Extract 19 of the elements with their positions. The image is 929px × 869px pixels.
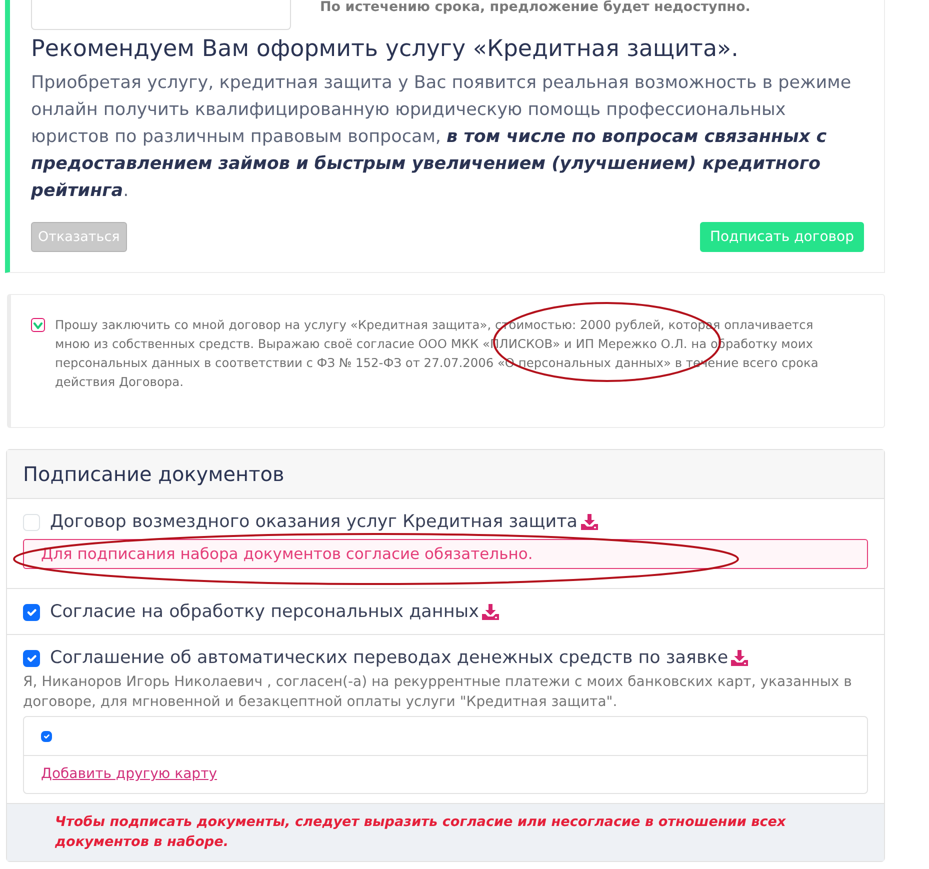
document-label: Договор возмездного оказания услуг Кредитная защита: [50, 511, 578, 533]
expiry-note: По истечению срока, предложение будет недоступно.: [320, 0, 750, 16]
consent-checkbox[interactable]: [31, 318, 45, 332]
section-title: Подписание документов: [23, 461, 284, 488]
download-icon: [580, 514, 598, 530]
sign-contract-button[interactable]: Подписать договор: [700, 222, 864, 252]
document-checkbox[interactable]: [23, 650, 40, 666]
card-checkbox[interactable]: [41, 730, 52, 742]
check-icon: [33, 320, 43, 330]
warning-note: Чтобы подписать документы, следует выразить согласие или несогласие в отношении всех документов в наборе.: [55, 813, 787, 852]
offer-description: Приобретая услугу, кредитная защита у Вас появится реальная возможность в режиме онлайн получить квалифицированную юридическую помощь профессиональных юристов по различным правовым вопросам, в том числе по вопросам связанных с предоставлением займов и быстрым увеличением (улучшением) кредитного рейтинга.: [31, 72, 852, 203]
add-card-link[interactable]: Добавить другую карту: [41, 764, 218, 785]
document-description: Я, Никаноров Игорь Николаевич , согласен(-а) на рекуррентные платежи с моих банковских карт, указанных в договоре, для мгновенной и безакцептной оплаты услуги "Кредитная защита".: [23, 673, 853, 712]
download-icon: [731, 650, 748, 666]
download-icon: [482, 604, 499, 620]
offer-title: Рекомендуем Вам оформить услугу «Кредитная защита».: [31, 35, 740, 64]
document-checkbox[interactable]: [23, 604, 40, 620]
document-label: Согласие на обработку персональных данных: [50, 601, 479, 623]
document-label: Соглашение об автоматических переводах денежных средств по заявке: [50, 647, 728, 669]
